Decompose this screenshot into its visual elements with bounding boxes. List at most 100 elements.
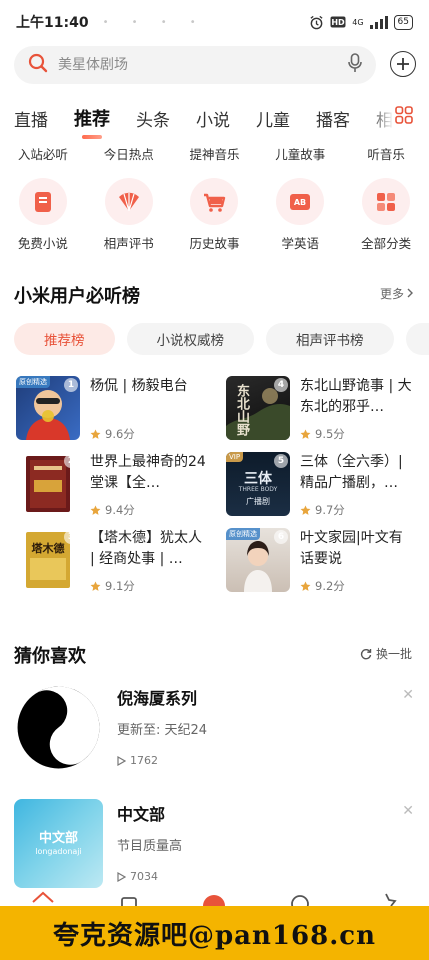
star-icon xyxy=(90,580,101,591)
rank-number: 1 xyxy=(64,378,78,392)
refresh-button[interactable]: 换一批 xyxy=(360,645,412,662)
svg-text:HD: HD xyxy=(332,18,346,27)
category-tabs: 直播 推荐 头条 小说 儿童 播客 相 xyxy=(14,100,414,139)
rank-cover: 东北山野 4 xyxy=(226,376,290,440)
score-value: 9.6分 xyxy=(105,427,135,441)
star-icon xyxy=(90,428,101,439)
rank-title: 【塔木德】犹太人 | 经商处事 | … xyxy=(90,530,202,567)
rec-subtitle: 节目质量高 xyxy=(117,839,183,854)
tab-podcast[interactable]: 播客 xyxy=(316,106,350,131)
rank-cover: 原创精选 6 xyxy=(226,528,290,592)
fan-icon xyxy=(104,178,153,225)
score-value: 9.2分 xyxy=(315,579,345,593)
rec-subtitle: 更新至: 天纪24 xyxy=(117,723,208,738)
search-bar[interactable] xyxy=(14,46,376,84)
category-label: 相声评书 xyxy=(103,236,154,251)
star-icon xyxy=(300,428,311,439)
rank-score: 9.2分 xyxy=(300,578,416,594)
star-icon xyxy=(90,504,101,515)
status-icons: HD 4G 65 xyxy=(309,14,413,30)
cover-title: 中文部 xyxy=(38,831,78,846)
rec-title: 中文部 xyxy=(117,805,166,824)
close-icon[interactable]: ✕ xyxy=(402,803,414,819)
close-icon[interactable]: ✕ xyxy=(402,687,414,703)
more-link[interactable]: 更多 xyxy=(380,285,414,302)
rank-tab-recommend[interactable]: 推荐榜 xyxy=(14,323,115,355)
status-time: 上午11:40 xyxy=(16,15,89,31)
rank-tab-more[interactable]: 广 xyxy=(405,323,429,355)
tab-novels[interactable]: 小说 xyxy=(196,106,230,131)
rank-item[interactable]: 原创精选 6 叶文家园|叶文有话要说 9.2分 xyxy=(226,528,426,594)
rank-score: 9.5分 xyxy=(300,426,416,442)
rank-item[interactable]: 2 世界上最神奇的24堂课【全… 9.4分 xyxy=(16,452,216,518)
category-history[interactable]: 历史故事 xyxy=(172,178,258,252)
recommend-item[interactable]: 中文部 longadonaji 中文部 节目质量高 7034 ✕ xyxy=(14,799,414,891)
rank-tab-novel[interactable]: 小说权威榜 xyxy=(126,323,254,355)
add-button[interactable] xyxy=(390,51,416,77)
score-value: 9.1分 xyxy=(105,579,135,593)
quick-link-must-listen[interactable]: 入站必听 xyxy=(0,144,86,168)
category-label: 历史故事 xyxy=(189,236,240,251)
guess-section-title: 猜你喜欢 xyxy=(14,646,86,667)
plus-icon xyxy=(397,58,409,70)
rank-tab-crosstalk[interactable]: 相声评书榜 xyxy=(266,323,394,355)
all-tabs-button[interactable] xyxy=(395,106,413,124)
cover-subtitle: longadonaji xyxy=(35,847,82,856)
category-all[interactable]: 全部分类 xyxy=(343,178,429,252)
rank-item[interactable]: 原创精选 1 杨侃 | 杨毅电台 9.6分 xyxy=(16,376,216,442)
rank-title: 世界上最神奇的24堂课【全… xyxy=(90,454,206,491)
category-crosstalk[interactable]: 相声评书 xyxy=(86,178,172,252)
tab-recommend[interactable]: 推荐 xyxy=(74,105,110,139)
rank-item[interactable]: 塔木德 3 【塔木德】犹太人 | 经商处事 | … 9.1分 xyxy=(16,528,216,594)
quick-links: 入站必听 今日热点 提神音乐 儿童故事 听音乐 xyxy=(0,144,429,168)
alarm-icon xyxy=(309,15,324,30)
rank-number: 4 xyxy=(274,378,288,392)
star-icon xyxy=(300,580,311,591)
search-icon xyxy=(28,53,48,77)
refresh-icon xyxy=(360,648,372,659)
cover-title: 塔木德 xyxy=(31,542,65,555)
quick-link-hot-today[interactable]: 今日热点 xyxy=(86,144,172,168)
cover-tag: 原创精选 xyxy=(16,376,50,388)
quick-link-refresh-music[interactable]: 提神音乐 xyxy=(172,144,258,168)
quick-link-kids-stories[interactable]: 儿童故事 xyxy=(257,144,343,168)
yin-yang-icon xyxy=(14,683,103,772)
tab-live[interactable]: 直播 xyxy=(14,106,48,131)
rec-cover: 中文部 longadonaji xyxy=(14,799,103,888)
category-english[interactable]: AB 学英语 xyxy=(257,178,343,252)
cover-subtitle: THREE BODY xyxy=(238,486,278,493)
book-icon xyxy=(18,178,67,225)
rank-item[interactable]: 东北山野 4 东北山野诡事 | 大东北的邪乎… 9.5分 xyxy=(226,376,426,442)
microphone-icon[interactable] xyxy=(348,53,362,77)
quick-link-music[interactable]: 听音乐 xyxy=(343,144,429,168)
rank-item[interactable]: VIP 三体 THREE BODY 广播剧 5 三体（全六季）| 精品广播剧，…… xyxy=(226,452,426,518)
rank-cover: VIP 三体 THREE BODY 广播剧 5 xyxy=(226,452,290,516)
category-grid: 免费小说 相声评书 历史故事 AB 学英语 全部分类 xyxy=(0,178,429,252)
grid-icon xyxy=(395,106,413,124)
play-icon xyxy=(117,871,126,882)
tab-headlines[interactable]: 头条 xyxy=(136,106,170,131)
category-label: 学英语 xyxy=(281,236,320,251)
score-value: 9.4分 xyxy=(105,503,135,517)
tab-children[interactable]: 儿童 xyxy=(256,106,290,131)
watermark-banner: 夸克资源吧@pan168.cn xyxy=(0,906,429,960)
cover-tag: 原创精选 xyxy=(226,528,260,540)
rank-cover: 2 xyxy=(16,452,80,516)
search-input[interactable] xyxy=(58,57,348,73)
rec-cover xyxy=(14,683,103,772)
rank-number: 2 xyxy=(64,454,78,468)
recommend-item[interactable]: 倪海厦系列 更新至: 天纪24 1762 ✕ xyxy=(14,683,414,775)
grid-icon xyxy=(362,178,411,225)
rank-title: 叶文家园|叶文有话要说 xyxy=(300,530,403,567)
chevron-right-icon xyxy=(406,287,414,301)
cover-subtitle-2: 广播剧 xyxy=(246,497,270,506)
rank-score: 9.6分 xyxy=(90,426,206,442)
cart-icon xyxy=(190,178,239,225)
play-count-value: 1762 xyxy=(130,754,158,767)
play-icon xyxy=(117,755,126,766)
rank-score: 9.1分 xyxy=(90,578,206,594)
category-free-novels[interactable]: 免费小说 xyxy=(0,178,86,252)
ab-card-icon: AB xyxy=(276,178,325,225)
rank-number: 6 xyxy=(274,530,288,544)
rec-title: 倪海厦系列 xyxy=(117,689,198,708)
